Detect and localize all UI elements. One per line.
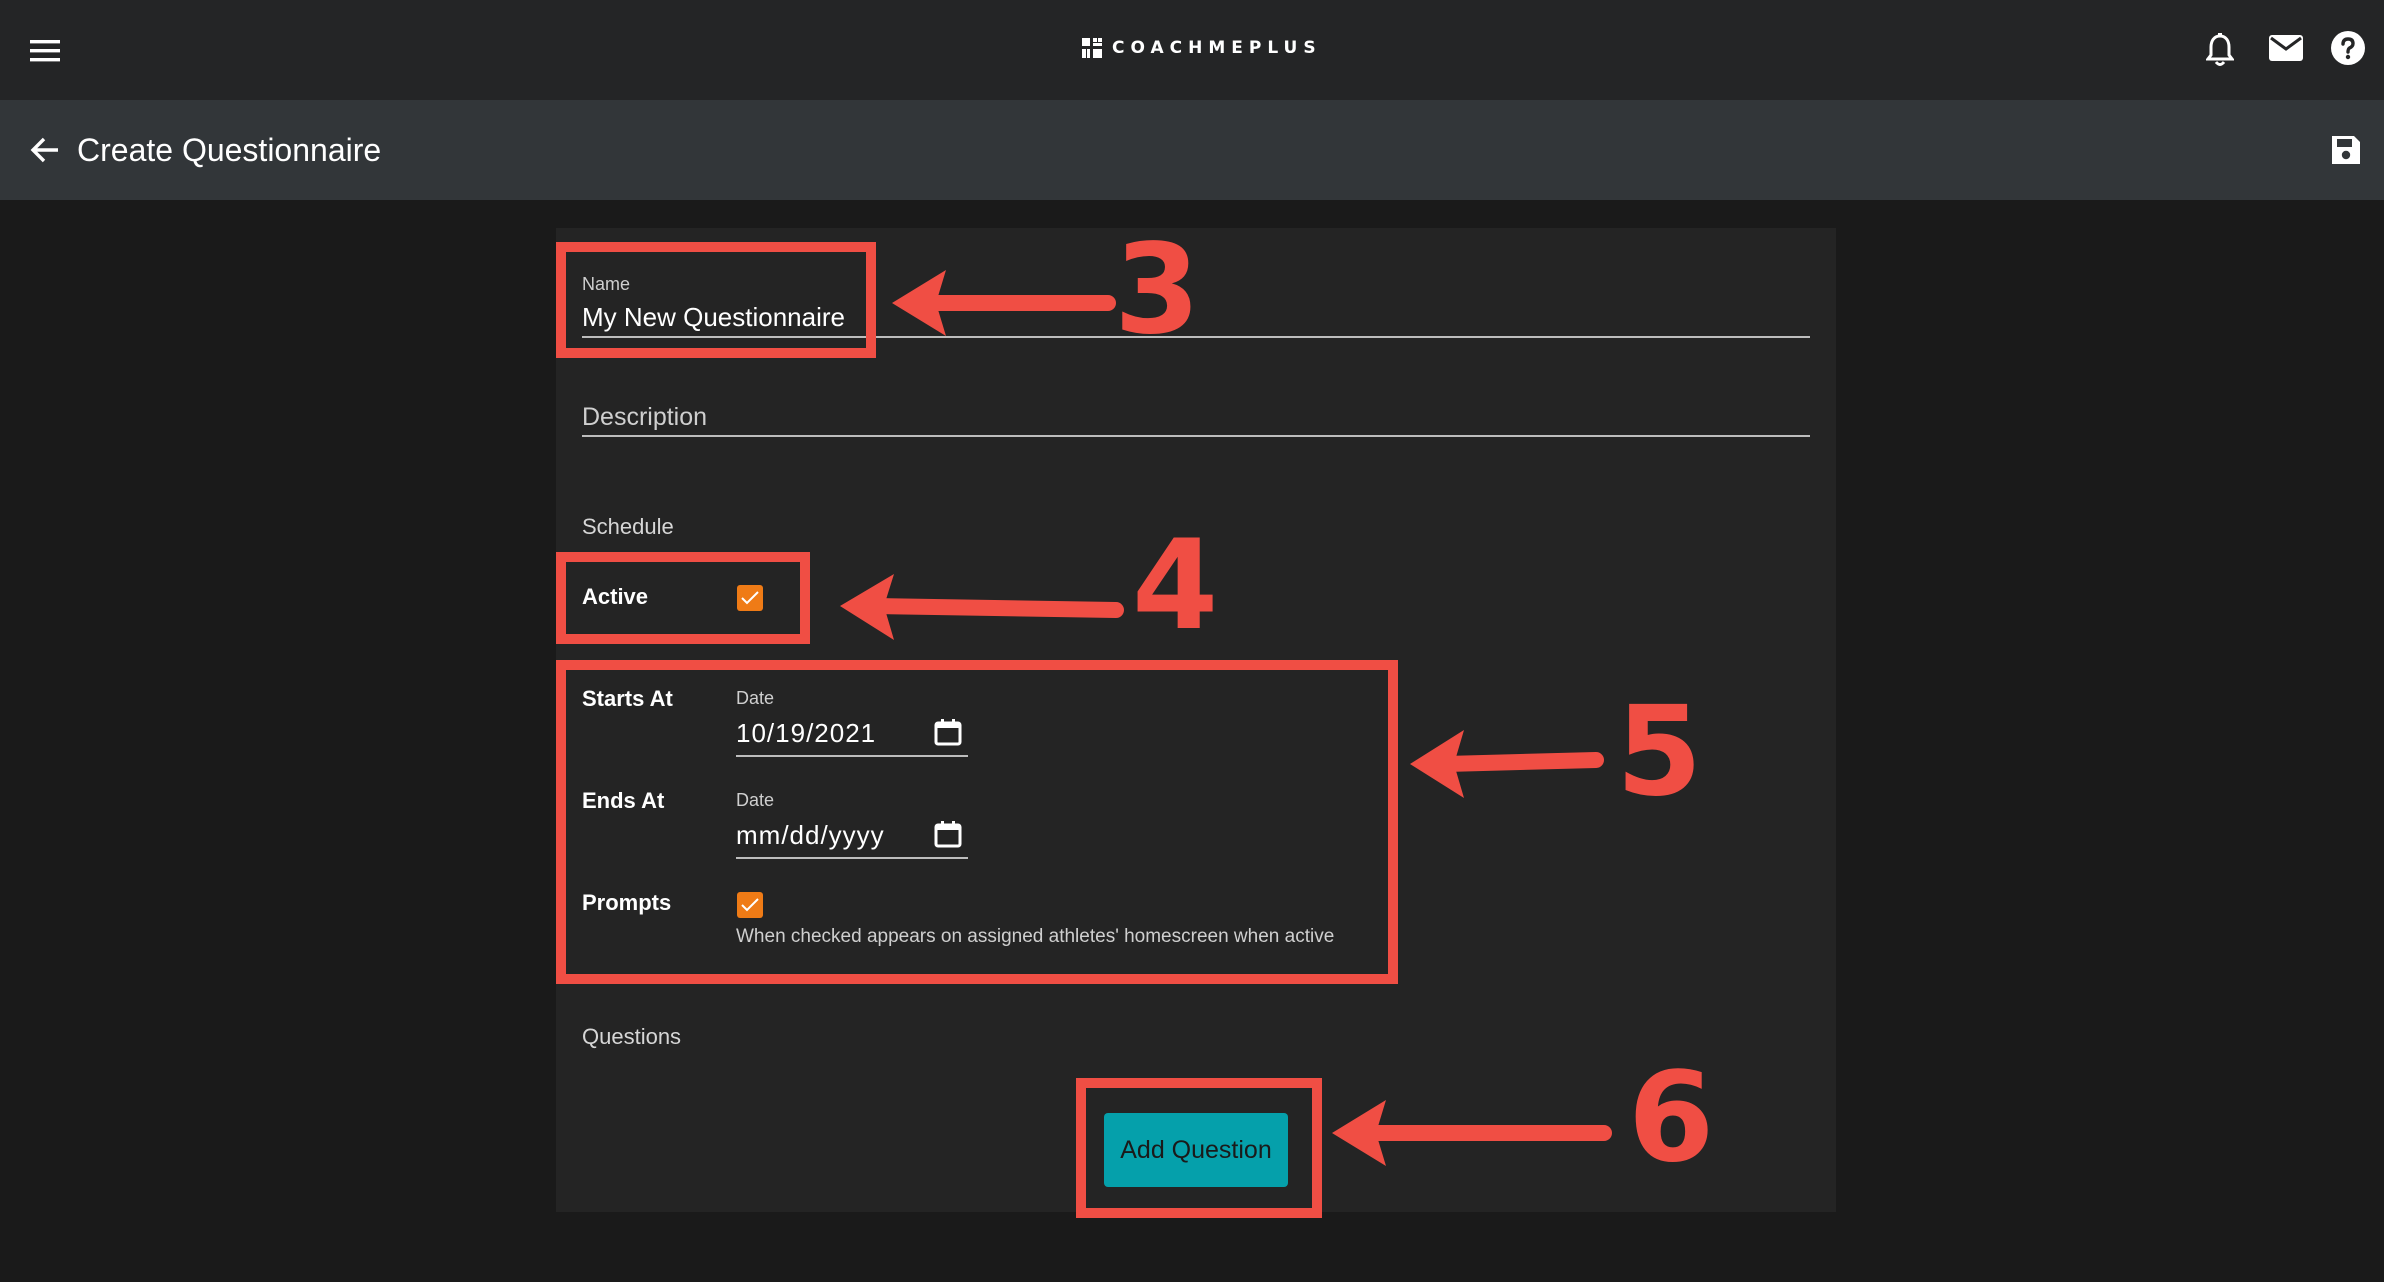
annotation-arrow-5 [1410, 730, 1604, 798]
description-input[interactable]: Description [582, 403, 707, 432]
annotation-box-5 [556, 660, 1398, 984]
menu-icon[interactable] [22, 28, 68, 74]
schedule-section-label: Schedule [582, 514, 674, 539]
back-arrow-icon[interactable] [26, 130, 66, 170]
top-app-bar: COACHMEPLUS [0, 0, 2384, 100]
bell-icon[interactable] [2200, 28, 2240, 72]
mail-icon[interactable] [2264, 28, 2308, 68]
annotation-arrow-4 [840, 574, 1124, 640]
save-icon[interactable] [2328, 132, 2364, 168]
help-icon[interactable] [2328, 28, 2368, 68]
annotation-box-6 [1076, 1078, 1322, 1218]
annotation-step-4: 4 [1132, 514, 1219, 658]
brand-logo[interactable]: COACHMEPLUS [1082, 36, 1322, 60]
annotation-step-3: 3 [1114, 218, 1201, 362]
questions-section-label: Questions [582, 1024, 682, 1049]
annotation-arrow-3 [892, 270, 1116, 336]
logo-icon [1082, 38, 1102, 58]
description-field-underline [582, 435, 1810, 437]
annotation-box-4 [556, 552, 810, 644]
annotation-step-5: 5 [1616, 680, 1703, 824]
brand-name: COACHMEPLUS [1112, 38, 1322, 58]
annotation-box-3 [556, 242, 876, 358]
annotation-step-6: 6 [1628, 1046, 1715, 1190]
page-title: Create Questionnaire [77, 132, 382, 168]
annotation-arrow-6 [1332, 1100, 1612, 1166]
